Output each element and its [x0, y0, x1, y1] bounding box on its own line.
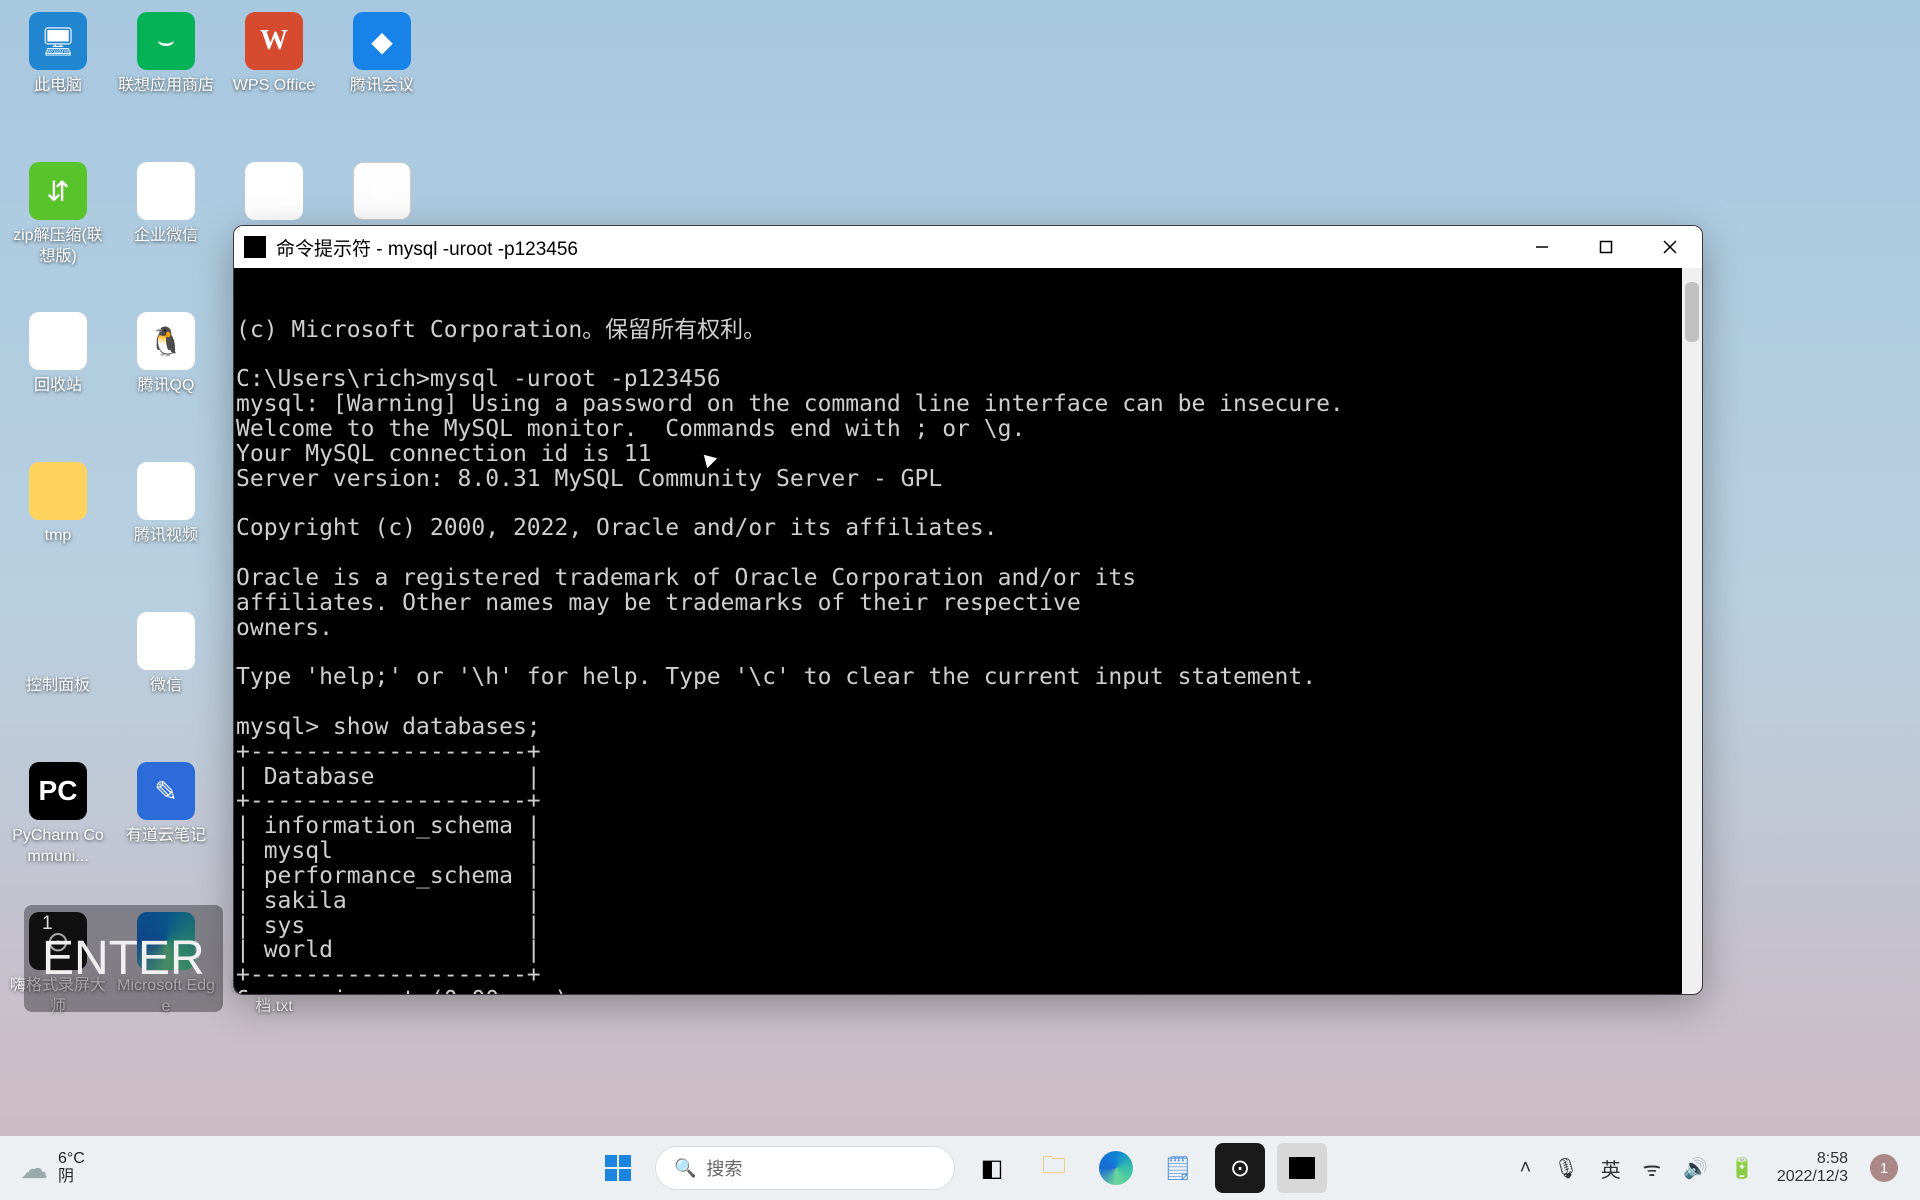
desktop-icon-label: 腾讯视频: [134, 526, 198, 547]
desktop-icon-zip[interactable]: ⇵ zip解压缩(联想版): [8, 158, 108, 308]
keystroke-overlay: 1 ENTER: [24, 905, 223, 1012]
clock-time: 8:58: [1817, 1150, 1848, 1168]
weather-temp: 6°C: [58, 1150, 85, 1168]
control-panel-icon: [29, 612, 87, 670]
tencent-meet-icon: ◆: [353, 12, 411, 70]
terminal-output[interactable]: (c) Microsoft Corporation。保留所有权利。 C:\Use…: [234, 268, 1702, 994]
tray-chevron-icon[interactable]: ˄: [1520, 1157, 1532, 1180]
desktop-icon-label: zip解压缩(联想版): [8, 226, 108, 268]
close-button[interactable]: [1638, 226, 1702, 268]
desktop-icon-label: 回收站: [34, 376, 82, 397]
wechat-icon: ✆: [137, 612, 195, 670]
desktop-icon-wps[interactable]: W WPS Office: [224, 8, 324, 158]
wecom-icon: ◌: [137, 162, 195, 220]
desktop-icon-pc[interactable]: 🖥 此电脑: [8, 8, 108, 158]
desktop-icon-control-panel[interactable]: 控制面板: [8, 608, 108, 758]
desktop-icon-label: 微信: [150, 676, 182, 697]
desktop-icon-label: 控制面板: [26, 676, 90, 697]
task-view-button[interactable]: ◧: [967, 1143, 1017, 1193]
desktop-icon-wecom[interactable]: ◌ 企业微信: [116, 158, 216, 308]
cmd-taskbar-icon[interactable]: [1277, 1143, 1327, 1193]
tray-wifi-icon[interactable]: ᯤ: [1643, 1155, 1661, 1182]
cmd-icon: [244, 236, 266, 258]
desktop-icon-tmp[interactable]: tmp: [8, 458, 108, 608]
zip-icon: ⇵: [29, 162, 87, 220]
recycle-icon: ♻: [29, 312, 87, 370]
desktop-icon-recycle[interactable]: ♻ 回收站: [8, 308, 108, 458]
taskbar: ☁ 6°C 阴 🔍 搜索 ◧ 🗀 🗒 ⊙ ˄ 🎙 英 ᯤ 🔊 🔋 8:58 20…: [0, 1136, 1920, 1200]
pycharm-icon: PC: [29, 762, 87, 820]
desktop: 🖥此电脑⌣联想应用商店WWPS Office◆腾讯会议⇵zip解压缩(联想版)◌…: [0, 0, 1920, 1142]
scrollbar[interactable]: [1682, 268, 1702, 994]
search-placeholder: 搜索: [706, 1155, 742, 1181]
desktop-icon-label: 腾讯QQ: [138, 376, 195, 397]
tencent-video-icon: ▶: [137, 462, 195, 520]
tray-volume-icon[interactable]: 🔊: [1683, 1156, 1708, 1181]
explorer-taskbar-icon[interactable]: 🗀: [1029, 1143, 1079, 1193]
lenovo-store-icon: ⌣: [137, 12, 195, 70]
desktop-icon-label: PyCharm Communi...: [8, 826, 108, 868]
desktop-icon-label: 企业微信: [134, 226, 198, 247]
taskbar-clock[interactable]: 8:58 2022/12/3: [1777, 1150, 1848, 1187]
ime-indicator[interactable]: 英: [1601, 1154, 1621, 1183]
wps-icon: W: [245, 12, 303, 70]
tray-mic-icon[interactable]: 🎙: [1553, 1156, 1578, 1181]
edge-taskbar-icon[interactable]: [1091, 1143, 1141, 1193]
desktop-icon-lenovo-store[interactable]: ⌣ 联想应用商店: [116, 8, 216, 158]
desktop-icon-youdao[interactable]: ✎ 有道云笔记: [116, 758, 216, 908]
youdao-icon: ✎: [137, 762, 195, 820]
tmp-icon: [29, 462, 87, 520]
notification-badge[interactable]: 1: [1870, 1154, 1898, 1182]
maximize-button[interactable]: [1574, 226, 1638, 268]
notepad-taskbar-icon[interactable]: 🗒: [1153, 1143, 1203, 1193]
desktop-icon-label: WPS Office: [233, 76, 315, 97]
scrollbar-thumb[interactable]: [1685, 282, 1699, 342]
minimize-button[interactable]: [1510, 226, 1574, 268]
recorder-taskbar-icon[interactable]: ⊙: [1215, 1143, 1265, 1193]
pc-icon: 🖥: [29, 12, 87, 70]
desktop-icon-label: 有道云笔记: [126, 826, 206, 847]
doc-icon: ≣: [353, 162, 411, 220]
desktop-icon-label: 腾讯会议: [350, 76, 414, 97]
desktop-icon-label: tmp: [45, 526, 72, 547]
desktop-icon-label: 联想应用商店: [118, 76, 214, 97]
titlebar[interactable]: 命令提示符 - mysql -uroot -p123456: [234, 226, 1702, 268]
desktop-icon-wechat[interactable]: ✆ 微信: [116, 608, 216, 758]
cmd-window: 命令提示符 - mysql -uroot -p123456 (c) Micros…: [233, 225, 1703, 995]
desktop-icon-tencent-video[interactable]: ▶ 腾讯视频: [116, 458, 216, 608]
clock-date: 2022/12/3: [1777, 1168, 1848, 1186]
desktop-icon-qq[interactable]: 🐧 腾讯QQ: [116, 308, 216, 458]
start-button[interactable]: [593, 1143, 643, 1193]
weather-icon: ☁: [20, 1152, 48, 1185]
window-title: 命令提示符 - mysql -uroot -p123456: [276, 234, 578, 261]
weather-desc: 阴: [58, 1168, 85, 1186]
desktop-icon-tencent-meet[interactable]: ◆ 腾讯会议: [332, 8, 432, 158]
weather-widget[interactable]: ☁ 6°C 阴: [0, 1150, 85, 1187]
search-icon: 🔍: [674, 1158, 696, 1179]
desktop-icon-label: 此电脑: [34, 76, 82, 97]
desktop-icon-pycharm[interactable]: PC PyCharm Communi...: [8, 758, 108, 908]
tray-battery-icon[interactable]: 🔋: [1730, 1156, 1755, 1181]
baidu-disk-icon: ∞: [245, 162, 303, 220]
taskbar-search[interactable]: 🔍 搜索: [655, 1146, 955, 1190]
qq-icon: 🐧: [137, 312, 195, 370]
